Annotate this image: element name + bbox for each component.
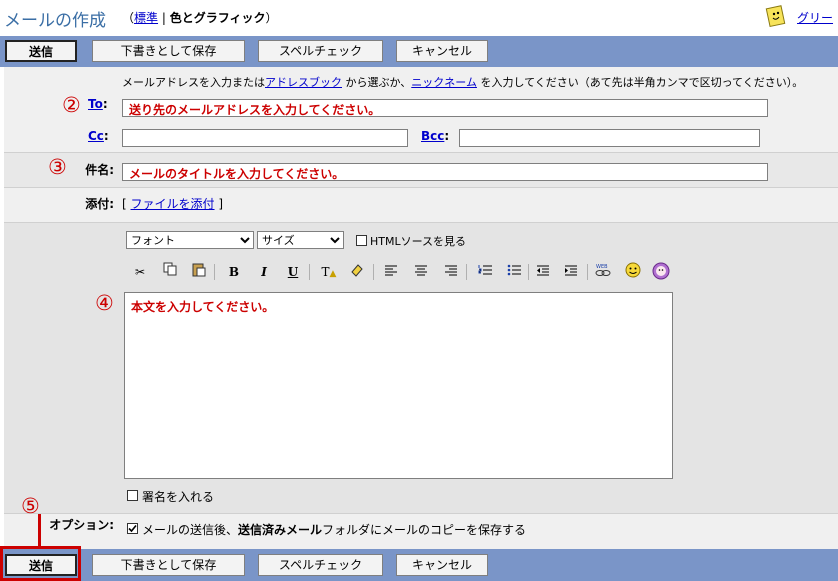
paste-icon[interactable]	[188, 262, 210, 282]
align-right-icon[interactable]	[440, 262, 462, 282]
underline-icon[interactable]: U	[282, 262, 304, 282]
bold-icon[interactable]: B	[223, 262, 245, 282]
align-left-icon[interactable]	[380, 262, 402, 282]
size-select[interactable]: サイズ	[257, 231, 344, 249]
outdent-icon[interactable]	[532, 262, 554, 282]
toolbar-divider	[309, 264, 310, 280]
colon: :	[103, 129, 109, 143]
annotation-marker-3: ③	[48, 155, 67, 179]
html-source-label: HTMLソースを見る	[370, 235, 467, 248]
top-toolbar: 送信 下書きとして保存 スペルチェック キャンセル	[0, 36, 838, 67]
cc-field[interactable]	[122, 129, 408, 147]
signature-checkbox[interactable]	[127, 490, 138, 501]
greeting-card-icon[interactable]	[765, 4, 787, 28]
bottom-toolbar: 送信 下書きとして保存 スペルチェック キャンセル	[0, 549, 838, 581]
sent-folder-name: 送信済みメール	[238, 523, 323, 537]
toolbar-divider	[528, 264, 529, 280]
save-draft-button-bottom[interactable]: 下書きとして保存	[92, 554, 245, 576]
bcc-field[interactable]	[459, 129, 760, 147]
instruction-text: を入力してください（あて先は半角カンマで区切ってください）。	[476, 76, 804, 89]
divider	[4, 222, 838, 223]
to-label: To:	[88, 97, 108, 111]
font-select[interactable]: フォント	[126, 231, 254, 249]
view-switcher: （標準 | 色とグラフィック）	[122, 9, 277, 26]
link-icon[interactable]: WEB	[592, 262, 614, 282]
toolbar-divider	[373, 264, 374, 280]
message-body-text: 本文を入力してください。	[131, 300, 275, 314]
instruction-text: から選ぶか、	[342, 76, 412, 89]
paren-close: ）	[265, 11, 278, 25]
message-body-editor[interactable]	[124, 292, 673, 479]
colon: :	[444, 129, 450, 143]
italic-icon[interactable]: I	[253, 262, 275, 282]
send-button-top[interactable]: 送信	[5, 40, 77, 62]
page-title: メールの作成	[4, 11, 106, 31]
to-field[interactable]: 送り先のメールアドレスを入力してください。	[122, 99, 768, 117]
greeting-card-link[interactable]: グリー	[797, 9, 833, 26]
view-rich-current: 色とグラフィック	[169, 11, 266, 25]
text-color-icon[interactable]: T▲	[318, 262, 340, 282]
attach-file-link[interactable]: ファイルを添付	[131, 197, 215, 211]
nickname-link[interactable]: ニックネーム	[411, 76, 477, 89]
annotation-marker-4: ④	[95, 291, 114, 315]
cancel-button-top[interactable]: キャンセル	[396, 40, 488, 62]
recipient-instruction: メールアドレスを入力またはアドレスブック から選ぶか、ニックネーム を入力してく…	[122, 74, 803, 90]
copy-icon[interactable]	[159, 262, 181, 282]
option-text: フォルダにメールのコピーを保存する	[322, 523, 527, 537]
address-book-link[interactable]: アドレスブック	[265, 76, 342, 89]
spellcheck-button-bottom[interactable]: スペルチェック	[258, 554, 383, 576]
save-copy-checkbox[interactable]	[127, 523, 138, 534]
attach-control: [ ファイルを添付 ]	[122, 195, 223, 212]
indent-icon[interactable]	[560, 262, 582, 282]
cut-icon[interactable]: ✂	[129, 262, 151, 282]
view-divider: |	[158, 11, 170, 25]
toolbar-divider	[466, 264, 467, 280]
toolbar-divider	[214, 264, 215, 280]
unordered-list-icon[interactable]	[503, 262, 525, 282]
subject-label: 件名:	[85, 163, 114, 177]
subject-field[interactable]: メールのタイトルを入力してください。	[122, 163, 768, 181]
save-copy-label: メールの送信後、送信済みメールフォルダにメールのコピーを保存する	[142, 521, 526, 538]
special-emoticon-icon[interactable]	[650, 262, 672, 282]
ordered-list-icon[interactable]	[474, 262, 496, 282]
signature-label: 署名を入れる	[142, 490, 215, 504]
spellcheck-button-top[interactable]: スペルチェック	[258, 40, 383, 62]
to-link[interactable]: To	[88, 97, 103, 111]
cancel-button-bottom[interactable]: キャンセル	[396, 554, 488, 576]
html-source-checkbox[interactable]	[356, 235, 367, 246]
colon: :	[102, 97, 108, 111]
instruction-text: メールアドレスを入力または	[122, 76, 265, 89]
save-draft-button-top[interactable]: 下書きとして保存	[92, 40, 245, 62]
svg-text:WEB: WEB	[596, 264, 608, 270]
annotation-marker-2: ②	[62, 93, 81, 117]
annotation-pointer-line	[38, 514, 41, 547]
cc-label: Cc:	[88, 129, 109, 143]
bcc-label: Bcc:	[421, 129, 449, 143]
view-standard-link[interactable]: 標準	[134, 11, 158, 25]
paren-open: （	[122, 11, 135, 25]
divider	[4, 152, 838, 153]
bracket: [	[122, 197, 127, 211]
option-text: メールの送信後、	[142, 523, 239, 537]
attach-label: 添付:	[85, 197, 114, 211]
toolbar-divider	[587, 264, 588, 280]
divider	[4, 513, 838, 514]
bcc-link[interactable]: Bcc	[421, 129, 444, 143]
cc-link[interactable]: Cc	[88, 129, 104, 143]
emoticon-icon[interactable]	[622, 262, 644, 282]
divider	[4, 187, 838, 188]
align-center-icon[interactable]	[410, 262, 432, 282]
annotation-highlight-box	[0, 546, 81, 581]
annotation-marker-5: ⑤	[21, 494, 40, 518]
options-label: オプション:	[49, 518, 114, 532]
bracket: ]	[218, 197, 224, 211]
highlight-icon[interactable]	[346, 262, 368, 282]
